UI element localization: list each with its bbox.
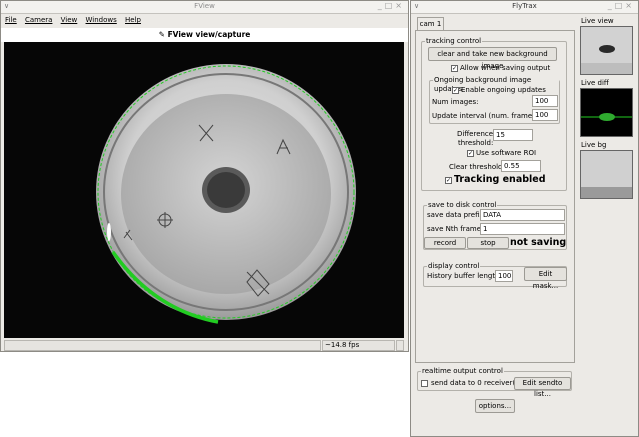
live-view-thumbnail: [580, 26, 633, 75]
difference-threshold-input[interactable]: 15: [493, 129, 533, 141]
fview-header-label: FView view/capture: [167, 30, 251, 39]
tab-cam1-label: cam 1: [419, 20, 442, 28]
save-prefix-label: save data prefix:: [427, 211, 486, 219]
clear-threshold-value: 0.55: [504, 162, 520, 170]
num-images-label: Num images:: [432, 98, 479, 106]
difference-threshold-value: 15: [496, 131, 505, 139]
fview-header: ✎ FView view/capture: [1, 28, 408, 42]
live-bg-image: [581, 151, 632, 198]
save-nth-input[interactable]: 1: [480, 223, 565, 235]
save-status: not saving: [510, 237, 567, 248]
resize-grip-icon[interactable]: [396, 340, 404, 351]
menu-windows[interactable]: Windows: [86, 14, 117, 27]
stop-button[interactable]: stop: [467, 237, 509, 249]
num-images-input[interactable]: 100: [532, 95, 558, 107]
save-prefix-value: DATA: [483, 211, 502, 219]
flytrax-title: FlyTrax: [512, 2, 537, 10]
clear-threshold-input[interactable]: 0.55: [501, 160, 541, 172]
display-control-legend: display control: [427, 262, 481, 271]
difference-threshold-label-1: Difference: [457, 130, 494, 138]
camera-video[interactable]: [4, 42, 404, 338]
live-bg-thumbnail: [580, 150, 633, 199]
camera-frame: [4, 42, 404, 338]
window-controls[interactable]: _□×: [608, 1, 635, 10]
menu-view[interactable]: View: [61, 14, 78, 27]
edit-mask-button[interactable]: Edit mask...: [524, 267, 567, 290]
stop-label: stop: [480, 239, 496, 247]
enable-ongoing-checkbox[interactable]: ✓: [452, 87, 459, 94]
record-label: record: [433, 239, 457, 247]
clear-background-button[interactable]: clear and take new background image: [428, 47, 557, 70]
send-data-label: send data to 0 receiver(s): [431, 379, 522, 387]
fview-title: FView: [194, 2, 215, 10]
save-nth-value: 1: [483, 225, 488, 233]
fview-statusbar: ~14.8 fps: [4, 340, 404, 352]
options-button[interactable]: options...: [475, 399, 515, 413]
tracking-enabled-checkbox[interactable]: ✓: [445, 177, 452, 184]
live-view-image: [581, 27, 632, 74]
fps-readout: ~14.8 fps: [322, 340, 395, 351]
menu-file[interactable]: File: [5, 14, 17, 27]
live-diff-label: Live diff: [581, 79, 609, 87]
allow-when-saving-checkbox[interactable]: ✓: [451, 65, 458, 72]
enable-ongoing-label: Enable ongoing updates: [461, 86, 546, 94]
history-buffer-value: 100: [498, 272, 512, 280]
flytrax-titlebar[interactable]: ∨ FlyTrax _□×: [411, 1, 638, 14]
realtime-output-legend: realtime output control: [421, 367, 504, 376]
history-buffer-input[interactable]: 100: [495, 270, 513, 282]
update-interval-input[interactable]: 100: [532, 109, 558, 121]
send-data-checkbox[interactable]: [421, 380, 428, 387]
fview-menubar: File Camera View Windows Help: [1, 14, 408, 27]
edit-sendto-button[interactable]: Edit sendto list...: [514, 377, 571, 398]
use-roi-checkbox[interactable]: ✓: [467, 150, 474, 157]
live-view-label: Live view: [581, 17, 614, 25]
save-prefix-input[interactable]: DATA: [480, 209, 565, 221]
update-interval-value: 100: [535, 111, 549, 119]
edit-sendto-label: Edit sendto list...: [522, 379, 563, 398]
menu-camera[interactable]: Camera: [25, 14, 52, 27]
fview-window: ∨ FView _□× File Camera View Windows Hel…: [0, 0, 409, 352]
tracking-control-legend: tracking control: [425, 37, 483, 46]
options-label: options...: [478, 402, 512, 410]
allow-when-saving-label: Allow when saving output: [460, 64, 551, 72]
fview-titlebar[interactable]: ∨ FView _□×: [1, 1, 408, 14]
menu-help[interactable]: Help: [125, 14, 141, 27]
difference-threshold-label-2: threshold:: [458, 139, 494, 147]
update-interval-label: Update interval (num. frames):: [432, 112, 541, 120]
fps-label: ~14.8 fps: [325, 341, 360, 349]
tracking-enabled-label: Tracking enabled: [454, 174, 546, 185]
num-images-value: 100: [535, 97, 549, 105]
live-diff-thumbnail: [580, 88, 633, 137]
live-bg-label: Live bg: [581, 141, 607, 149]
tab-cam1[interactable]: cam 1: [417, 17, 444, 31]
save-nth-label: save Nth frame:: [427, 225, 484, 233]
live-diff-image: [581, 89, 632, 136]
status-segment-main: [4, 340, 321, 351]
use-roi-label: Use software ROI: [476, 149, 537, 157]
capture-icon: ✎: [158, 30, 165, 39]
edit-mask-label: Edit mask...: [532, 270, 559, 290]
history-buffer-label: History buffer length:: [427, 272, 502, 280]
window-controls[interactable]: _□×: [378, 1, 405, 10]
record-button[interactable]: record: [424, 237, 466, 249]
clear-threshold-label: Clear threshold:: [449, 163, 505, 171]
